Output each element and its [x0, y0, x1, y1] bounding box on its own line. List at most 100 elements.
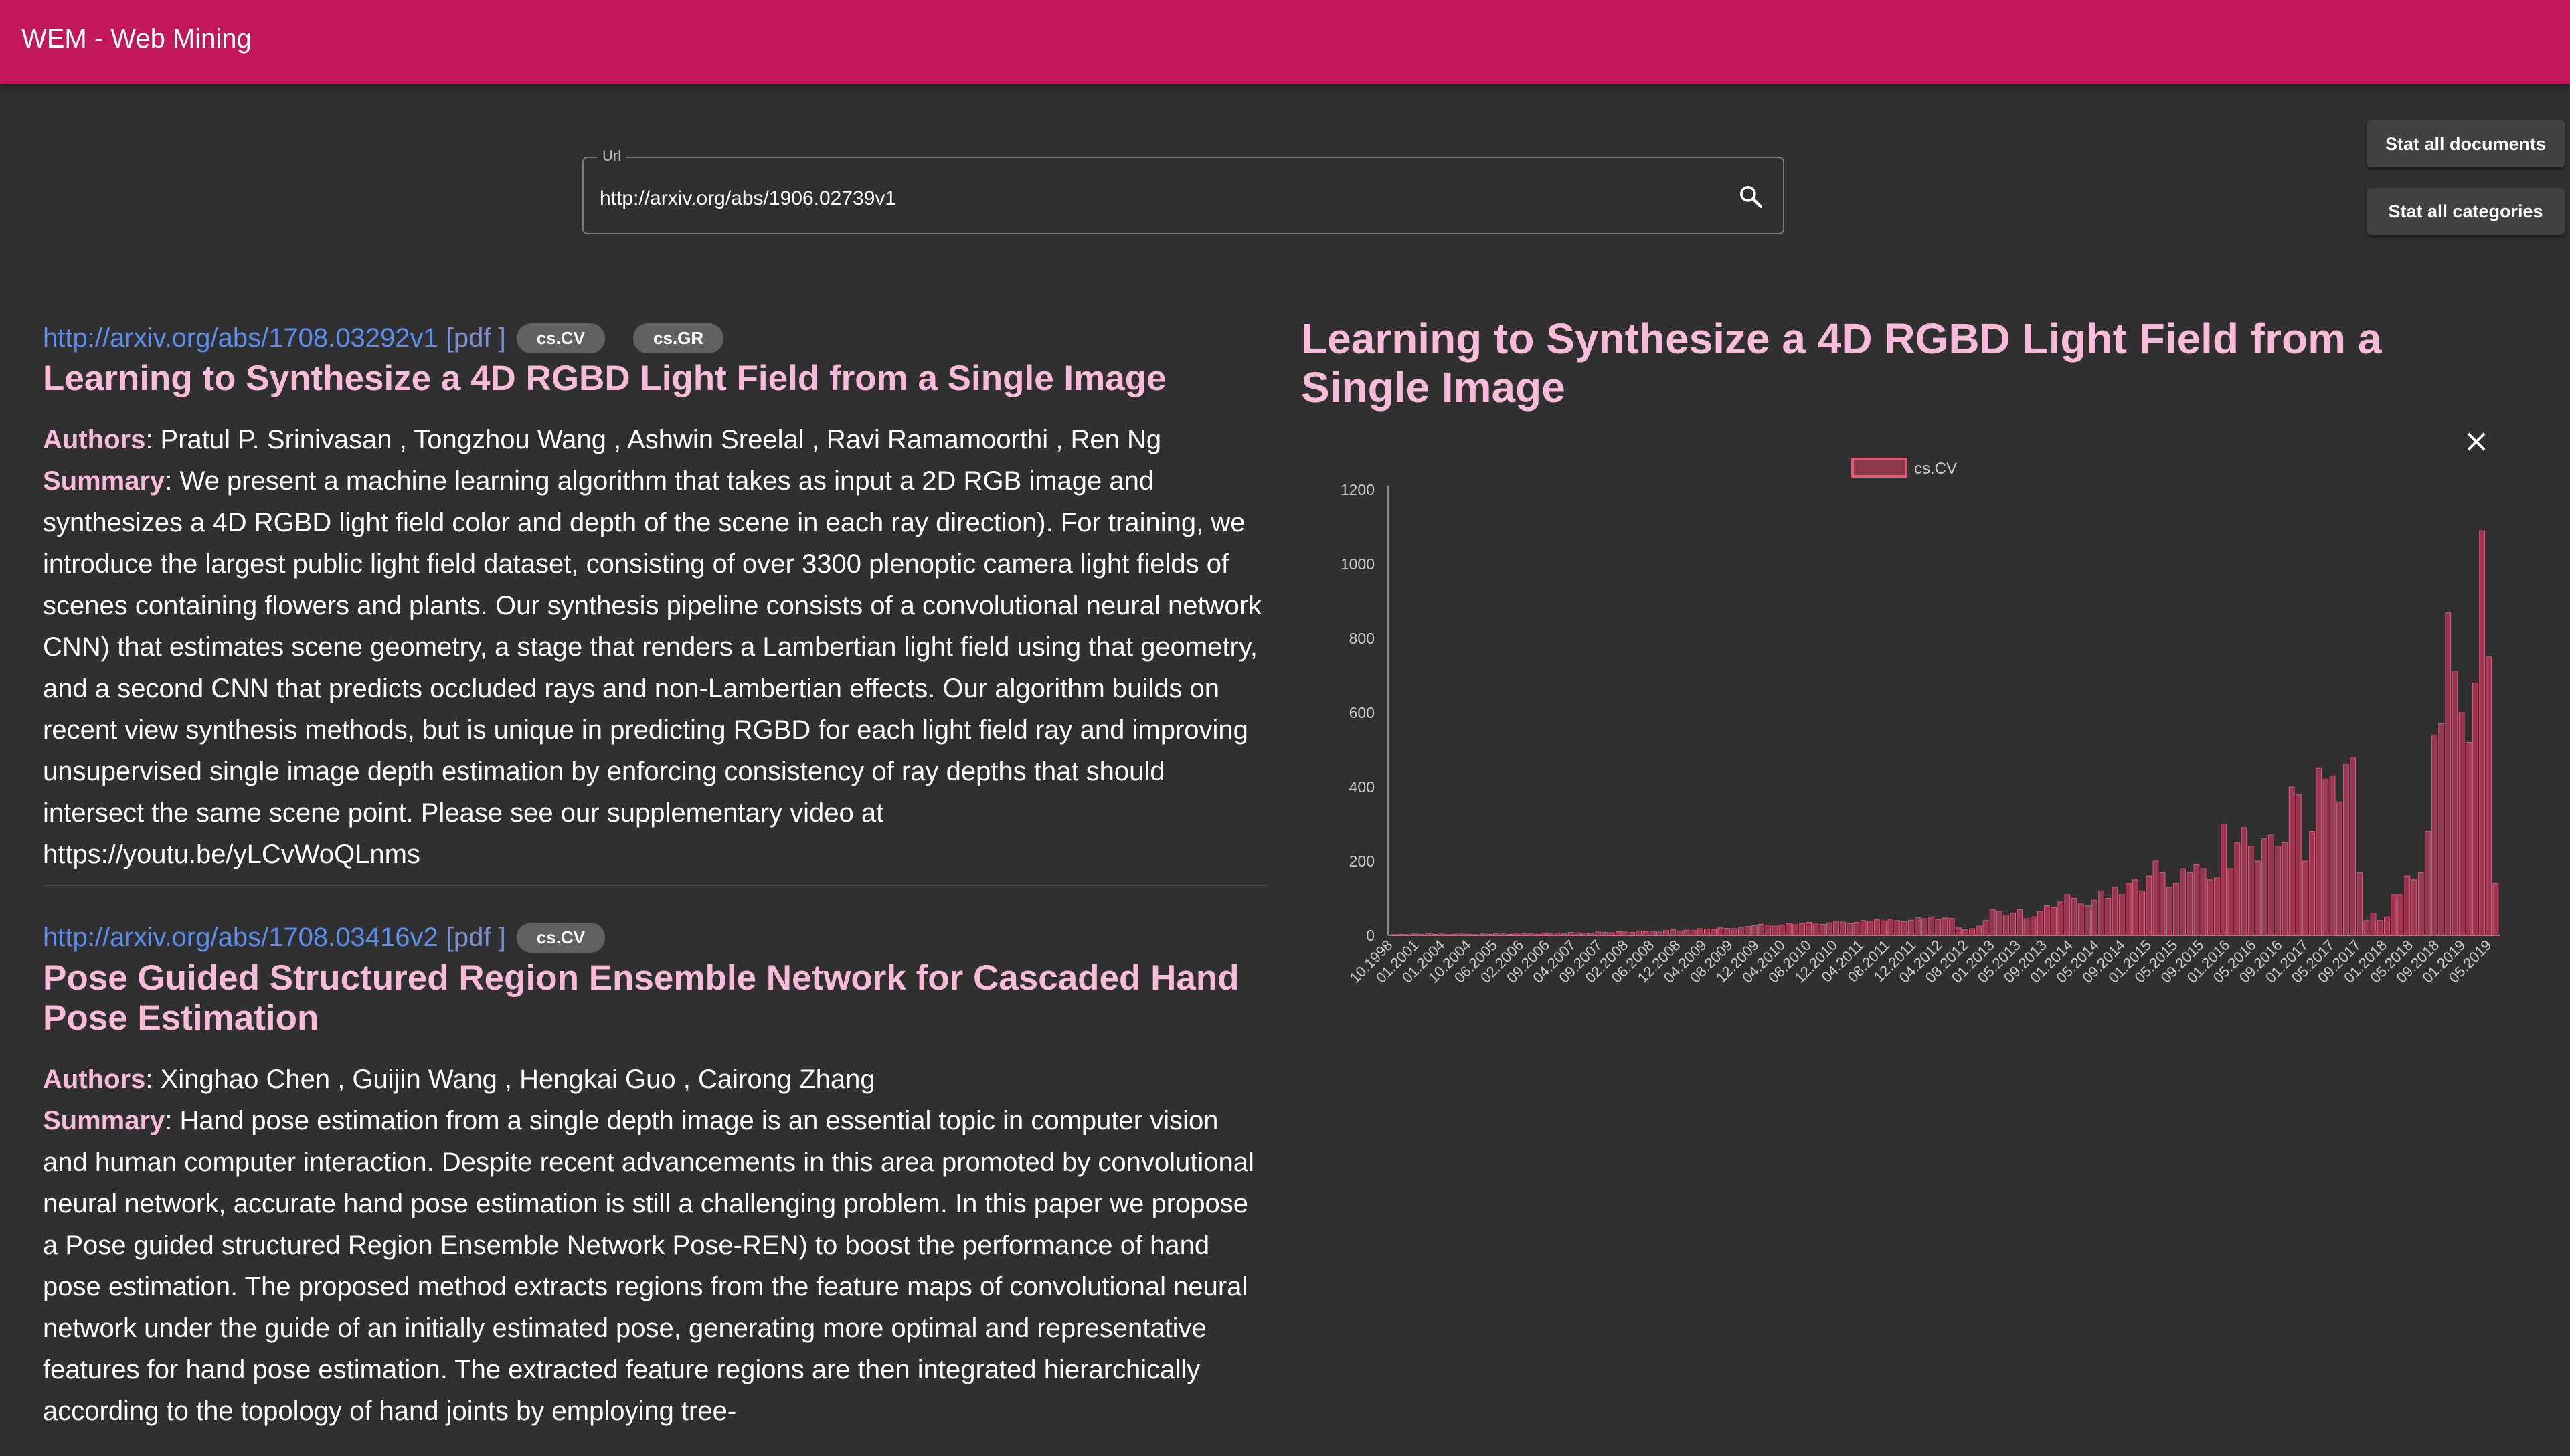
y-tick-label: 400 — [1349, 778, 1375, 796]
bar — [1881, 920, 1887, 936]
bar — [1907, 919, 1914, 936]
bar — [2282, 842, 2288, 936]
stat-all-categories-button[interactable]: Stat all categories — [2367, 188, 2565, 235]
bar — [2275, 846, 2282, 936]
paper-card: http://arxiv.org/abs/1708.03292v1 [pdf ]… — [43, 317, 1268, 875]
bar — [1595, 931, 1602, 936]
bar — [1500, 933, 1506, 936]
bar — [1690, 930, 1697, 936]
bar — [1928, 916, 1935, 936]
bar — [1894, 920, 1901, 936]
bar — [2057, 901, 2064, 936]
bar — [1982, 920, 1989, 936]
pdf-link[interactable]: pdf — [454, 323, 491, 353]
bar — [2118, 894, 2125, 936]
bar — [1901, 921, 1907, 936]
pdf-link[interactable]: pdf — [454, 923, 491, 952]
bar — [1513, 933, 1520, 936]
bar — [2166, 887, 2172, 936]
bar — [2384, 916, 2390, 936]
bar — [1554, 933, 1561, 936]
bar — [1507, 933, 1513, 936]
category-chip[interactable]: cs.GR — [633, 323, 724, 353]
bar — [2221, 824, 2227, 936]
bar — [1731, 928, 1737, 936]
paper-title[interactable]: Learning to Synthesize a 4D RGBD Light F… — [43, 359, 1268, 399]
bar — [1935, 919, 1942, 936]
bar — [2431, 734, 2437, 936]
pdf-link-wrapper: [pdf ] — [446, 923, 506, 953]
bar — [2309, 831, 2315, 936]
url-field-label: Url — [597, 147, 627, 165]
bar — [2370, 913, 2377, 936]
bar — [1745, 926, 1751, 936]
bar — [1989, 909, 1996, 936]
bar — [2071, 898, 2077, 936]
search-button[interactable] — [1731, 177, 1771, 217]
y-tick-label: 1200 — [1341, 481, 1375, 498]
paper-url-link[interactable]: http://arxiv.org/abs/1708.03416v2 — [43, 923, 438, 953]
bar — [2023, 918, 2030, 936]
bar — [1772, 925, 1778, 936]
bar — [2064, 894, 2071, 936]
paper-url-link[interactable]: http://arxiv.org/abs/1708.03292v1 — [43, 323, 438, 353]
bar — [2077, 903, 2084, 936]
y-tick-label: 600 — [1349, 704, 1375, 721]
authors-value: : Xinghao Chen , Guijin Wang , Hengkai G… — [145, 1065, 875, 1094]
bar — [1840, 921, 1846, 936]
bar — [2044, 905, 2050, 936]
bar — [2302, 860, 2308, 936]
bar — [1792, 924, 1798, 936]
authors-value: : Pratul P. Srinivasan , Tongzhou Wang ,… — [145, 425, 1162, 454]
summary-label: Summary — [43, 466, 165, 496]
url-input[interactable] — [598, 178, 1685, 219]
paper-authors: Authors: Xinghao Chen , Guijin Wang , He… — [43, 1059, 1268, 1100]
bar — [2193, 864, 2200, 936]
category-chip[interactable]: cs.CV — [516, 922, 606, 953]
bar — [1887, 919, 1894, 936]
bar — [2152, 860, 2159, 936]
bar — [1479, 933, 1486, 936]
bar — [1785, 923, 1792, 936]
bar — [2017, 909, 2023, 936]
y-tick-label: 0 — [1366, 927, 1375, 944]
search-icon — [1740, 186, 1763, 209]
bar — [2458, 712, 2465, 936]
bar — [1860, 920, 1867, 936]
bar — [1819, 923, 1826, 936]
bar — [1711, 929, 1717, 936]
bar — [2472, 682, 2478, 936]
category-chip[interactable]: cs.CV — [516, 323, 606, 353]
bar — [2159, 872, 2166, 936]
y-tick-label: 1000 — [1341, 555, 1375, 573]
bar — [2288, 786, 2295, 936]
bar — [1751, 925, 1758, 936]
bar — [1737, 927, 1744, 936]
bar — [2391, 894, 2397, 936]
bar — [1452, 933, 1458, 936]
bar — [2438, 723, 2445, 936]
paper-title[interactable]: Pose Guided Structured Region Ensemble N… — [43, 958, 1268, 1038]
bar — [2486, 656, 2492, 936]
paper-list: http://arxiv.org/abs/1708.03292v1 [pdf ]… — [43, 317, 1268, 1432]
bar — [2377, 920, 2383, 936]
bar — [1758, 923, 1765, 936]
bar — [1976, 925, 1982, 936]
pdf-bracket-open: [ — [446, 922, 454, 952]
bar — [1425, 933, 1432, 936]
pdf-bracket-close: ] — [498, 323, 506, 353]
stat-all-documents-button[interactable]: Stat all documents — [2367, 120, 2565, 167]
bar — [1683, 929, 1690, 936]
paper-card: http://arxiv.org/abs/1708.03416v2 [pdf ]… — [43, 885, 1268, 1432]
bar — [2112, 887, 2118, 936]
bar — [2105, 898, 2112, 936]
paper-summary: Summary: We present a machine learning a… — [43, 460, 1268, 875]
bar — [1629, 932, 1636, 936]
bar — [1704, 929, 1710, 936]
bar — [1642, 931, 1649, 936]
bar — [2010, 913, 2016, 936]
bar — [1608, 932, 1615, 936]
legend-swatch — [1851, 458, 1907, 478]
bar — [2329, 775, 2336, 936]
bar — [1397, 933, 1404, 936]
